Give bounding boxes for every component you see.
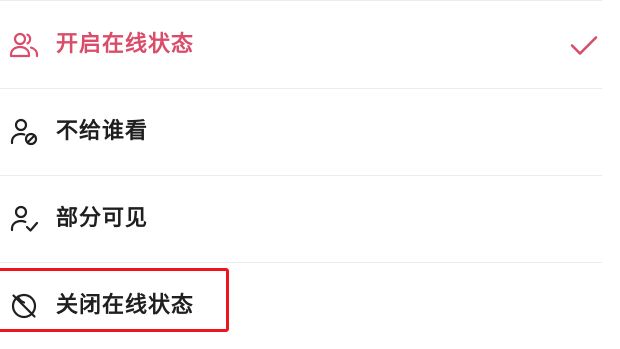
friends-icon [8,29,40,61]
person-check-icon [8,203,40,235]
online-status-menu: 开启在线状态 不给谁看 部分可见 关闭在线状态 [0,0,620,332]
menu-item-enable-online-status[interactable]: 开启在线状态 [0,2,620,88]
divider [0,0,602,1]
menu-item-hide-from[interactable]: 不给谁看 [0,89,620,175]
menu-item-label: 不给谁看 [56,119,149,144]
menu-item-label: 部分可见 [56,206,149,231]
highlight-annotation-box [0,268,229,332]
checkmark-icon [568,29,600,61]
menu-item-partially-visible[interactable]: 部分可见 [0,176,620,262]
person-block-icon [8,116,40,148]
menu-item-label: 开启在线状态 [56,32,195,57]
